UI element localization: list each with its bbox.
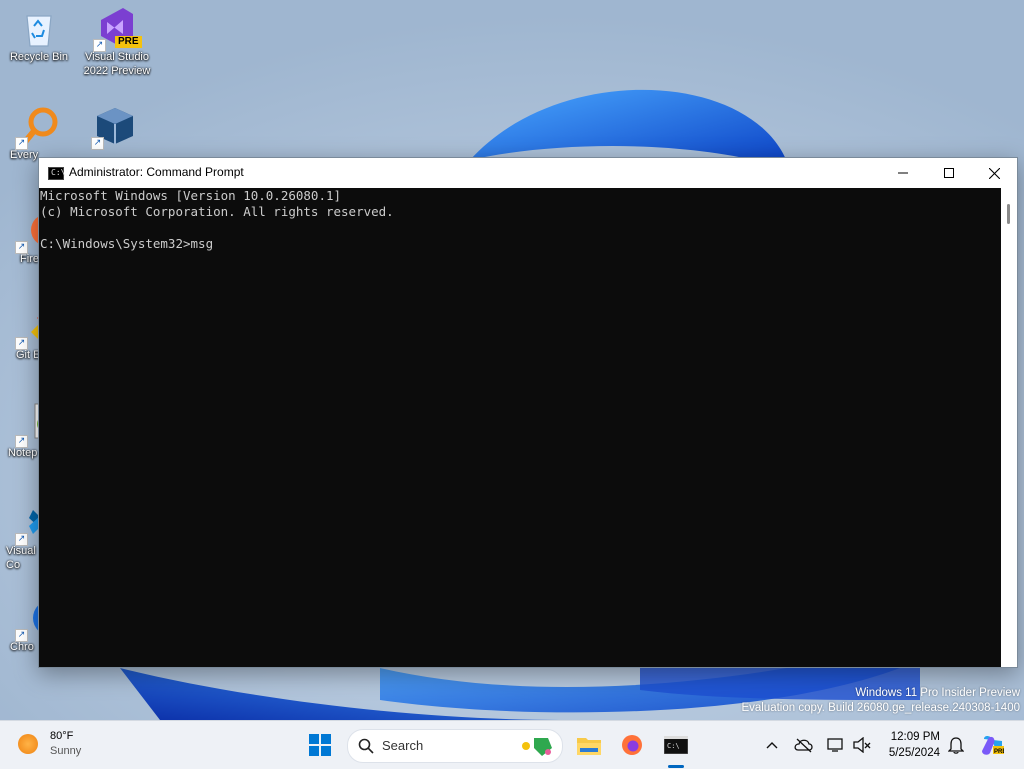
vertical-scrollbar[interactable] [1001,188,1017,667]
watermark-line-1: Windows 11 Pro Insider Preview [855,687,1020,699]
search-highlight-icon [522,738,552,756]
icon-label: Visual Studio 2022 Preview [83,51,151,77]
clock-time: 12:09 PM [890,731,940,743]
taskbar-search-box[interactable]: Search [347,729,563,763]
weather-condition: Sunny [50,745,82,757]
copilot-icon: PRE [982,736,1004,755]
desktop-icon-recycle-bin[interactable]: Recycle Bin [0,6,78,64]
volume-tray-icon[interactable] [852,735,872,755]
shortcut-arrow-icon: ↗ [15,435,28,448]
icon-label: Recycle Bin [9,51,69,63]
weather-temp: 80°F [50,730,74,742]
scrollbar-thumb[interactable] [1007,204,1010,224]
recycle-bin-icon [17,6,61,50]
bell-icon [948,737,964,754]
taskbar-file-explorer[interactable] [573,729,605,761]
shortcut-arrow-icon: ↗ [93,39,106,52]
virtualbox-icon: ↗ [91,104,137,150]
shortcut-arrow-icon: ↗ [15,629,28,642]
visual-studio-icon: PRE ↗ [93,6,142,52]
cloud-off-icon [794,738,813,753]
watermark-line-2: Evaluation copy. Build 26080.ge_release.… [741,702,1020,714]
clock-date: 5/25/2024 [888,747,940,759]
svg-text:PRE: PRE [994,749,1004,755]
minimize-icon [898,172,908,174]
onedrive-tray-icon[interactable] [794,735,814,755]
taskbar-firefox[interactable] [616,729,648,761]
sun-icon [18,734,38,754]
chevron-up-icon [766,742,778,749]
maximize-icon [944,168,954,178]
show-hidden-icons-button[interactable] [762,735,782,755]
speaker-muted-icon [853,737,871,753]
network-icon [827,738,843,752]
folder-icon [577,738,601,755]
console-app-icon: C:\ [48,167,65,180]
console-prompt-line: C:\Windows\System32>msg [40,236,214,251]
desktop-icon-everything[interactable]: ↗ Every [0,104,78,162]
window-title: Administrator: Command Prompt [69,165,244,179]
start-button[interactable] [304,729,336,761]
windows-logo-icon [309,734,331,756]
search-icon [358,738,374,754]
console-line: (c) Microsoft Corporation. All rights re… [40,204,394,219]
svg-text:C:\: C:\ [667,742,680,750]
shortcut-arrow-icon: ↗ [15,137,28,150]
firefox-icon [622,735,642,755]
maximize-button[interactable] [926,158,972,188]
pre-badge: PRE [115,36,142,48]
command-prompt-window[interactable]: C:\ Administrator: Command Prompt Micros… [38,157,1018,668]
desktop-icon-virtualbox[interactable]: ↗ [76,104,154,150]
console-output[interactable]: Microsoft Windows [Version 10.0.26080.1]… [39,188,1002,667]
terminal-icon: C:\ [664,736,688,754]
copilot-button[interactable]: PRE [980,733,1004,757]
taskbar: 80°F Sunny Search C:\ 12:09 PM 5/25/2024… [0,720,1024,769]
everything-search-icon: ↗ [15,104,61,150]
notifications-button[interactable] [946,735,966,755]
shortcut-arrow-icon: ↗ [15,337,28,350]
evaluation-watermark: Windows 11 Pro Insider Preview Evaluatio… [741,686,1020,716]
close-button[interactable] [971,158,1017,188]
window-titlebar[interactable]: C:\ Administrator: Command Prompt [39,158,1017,188]
weather-widget[interactable]: 80°F Sunny [18,729,81,759]
desktop-icon-visual-studio[interactable]: PRE ↗ Visual Studio 2022 Preview [78,6,156,78]
close-icon [988,167,1000,179]
shortcut-arrow-icon: ↗ [15,241,28,254]
system-clock[interactable]: 12:09 PM 5/25/2024 [889,729,940,761]
network-tray-icon[interactable] [826,735,846,755]
shortcut-arrow-icon: ↗ [15,533,28,546]
shortcut-arrow-icon: ↗ [91,137,104,150]
console-line: Microsoft Windows [Version 10.0.26080.1] [40,188,342,203]
taskbar-command-prompt[interactable]: C:\ [660,729,692,761]
search-label: Search [382,738,424,753]
minimize-button[interactable] [880,158,926,188]
